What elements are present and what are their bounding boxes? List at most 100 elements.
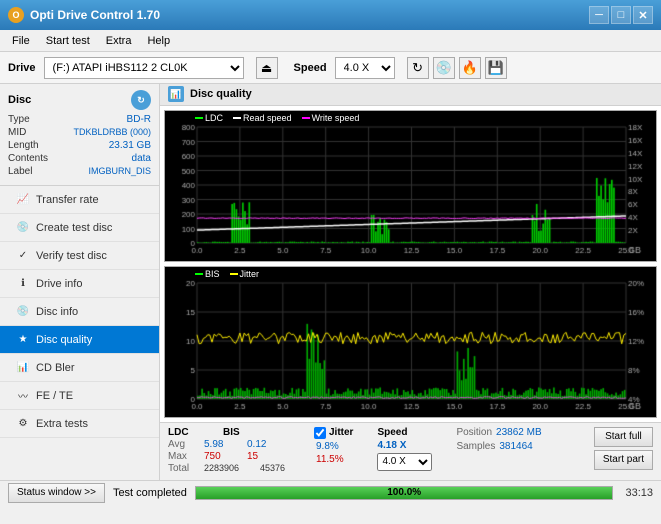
nav-drive-info-label: Drive info (36, 278, 82, 290)
transfer-rate-icon: 📈 (16, 193, 30, 207)
refresh-button[interactable]: ↻ (407, 57, 429, 79)
menu-start-test[interactable]: Start test (38, 33, 98, 49)
close-button[interactable]: ✕ (633, 6, 653, 24)
nav-disc-quality-label: Disc quality (36, 334, 92, 346)
legend-bis-label: BIS (205, 269, 220, 279)
save-button[interactable]: 💾 (485, 57, 507, 79)
legend-ldc-label: LDC (205, 113, 223, 123)
start-part-button[interactable]: Start part (594, 450, 653, 470)
speed-target-select[interactable]: 4.0 X (377, 453, 432, 471)
nav-transfer-rate[interactable]: 📈 Transfer rate (0, 186, 159, 214)
title-bar-left: O Opti Drive Control 1.70 (8, 7, 160, 23)
disc-button[interactable]: 💿 (433, 57, 455, 79)
nav-disc-info[interactable]: 💿 Disc info (0, 298, 159, 326)
jitter-avg-value: 9.8% (314, 441, 353, 452)
nav-verify-test-disc[interactable]: ✓ Verify test disc (0, 242, 159, 270)
nav-fe-te[interactable]: 〰 FE / TE (0, 382, 159, 410)
jitter-color (230, 273, 238, 275)
top-chart-canvas (165, 111, 656, 261)
nav-transfer-rate-label: Transfer rate (36, 194, 99, 206)
nav-disc-quality[interactable]: ★ Disc quality (0, 326, 159, 354)
legend-bis: BIS (195, 269, 220, 279)
nav-items: 📈 Transfer rate 💿 Create test disc ✓ Ver… (0, 186, 159, 438)
bottom-chart-canvas (165, 267, 656, 417)
nav-extra-tests-label: Extra tests (36, 418, 88, 430)
speed-icons: ↻ 💿 🔥 💾 (407, 57, 507, 79)
legend-ldc: LDC (195, 113, 223, 123)
jitter-checkbox[interactable] (314, 427, 326, 439)
disc-mid-row: MID TDKBLDRBB (000) (8, 127, 151, 138)
disc-length-label: Length (8, 140, 39, 151)
disc-info-icon: 💿 (16, 305, 30, 319)
maximize-button[interactable]: □ (611, 6, 631, 24)
drive-select[interactable]: (F:) ATAPI iHBS112 2 CL0K (44, 57, 244, 79)
menu-bar: File Start test Extra Help (0, 30, 661, 52)
legend-write-speed-label: Write speed (312, 113, 360, 123)
jitter-col-header: Jitter (329, 427, 353, 438)
jitter-max-value: 11.5% (314, 454, 353, 465)
stats-bar: LDC BIS Avg 5.98 0.12 Max 750 15 Total 2… (160, 422, 661, 480)
progress-bar-container: 100.0% (195, 486, 614, 500)
menu-extra[interactable]: Extra (98, 33, 140, 49)
speed-current-value: 4.18 X (377, 440, 432, 451)
position-label: Position (456, 427, 492, 438)
drive-label: Drive (8, 62, 36, 74)
right-panel: 📊 Disc quality LDC Read speed (160, 84, 661, 480)
bottom-chart-legend: BIS Jitter (195, 269, 259, 279)
bis-avg-value: 0.12 (247, 439, 277, 450)
drive-bar: Drive (F:) ATAPI iHBS112 2 CL0K ⏏ Speed … (0, 52, 661, 84)
disc-type-row: Type BD-R (8, 114, 151, 125)
bottom-chart: BIS Jitter (164, 266, 657, 418)
menu-file[interactable]: File (4, 33, 38, 49)
status-text: Test completed (113, 487, 187, 499)
eject-button[interactable]: ⏏ (256, 57, 278, 79)
extra-tests-icon: ⚙ (16, 417, 30, 431)
disc-section: Disc ↻ Type BD-R MID TDKBLDRBB (000) Len… (0, 84, 159, 186)
chart-header-icon: 📊 (168, 86, 184, 102)
disc-contents-label: Contents (8, 153, 48, 164)
disc-length-row: Length 23.31 GB (8, 140, 151, 151)
disc-mid-value: TDKBLDRBB (000) (73, 127, 151, 138)
nav-fe-te-label: FE / TE (36, 390, 73, 402)
burn-button[interactable]: 🔥 (459, 57, 481, 79)
disc-type-value: BD-R (127, 114, 151, 125)
top-chart-legend: LDC Read speed Write speed (195, 113, 359, 123)
main-layout: Disc ↻ Type BD-R MID TDKBLDRBB (000) Len… (0, 84, 661, 480)
disc-label-label: Label (8, 166, 32, 177)
nav-create-test-disc-label: Create test disc (36, 222, 112, 234)
menu-help[interactable]: Help (139, 33, 178, 49)
start-full-button[interactable]: Start full (594, 427, 653, 447)
nav-cd-bler[interactable]: 📊 CD Bler (0, 354, 159, 382)
nav-drive-info[interactable]: ℹ Drive info (0, 270, 159, 298)
disc-refresh-icon[interactable]: ↻ (131, 90, 151, 110)
verify-test-disc-icon: ✓ (16, 249, 30, 263)
write-speed-color (302, 117, 310, 119)
ldc-total-value: 2283906 (204, 463, 252, 473)
top-chart: LDC Read speed Write speed (164, 110, 657, 262)
disc-mid-label: MID (8, 127, 26, 138)
app-icon: O (8, 7, 24, 23)
action-buttons: Start full Start part (594, 427, 653, 470)
legend-jitter-label: Jitter (240, 269, 260, 279)
cd-bler-icon: 📊 (16, 361, 30, 375)
title-bar: O Opti Drive Control 1.70 ─ □ ✕ (0, 0, 661, 30)
minimize-button[interactable]: ─ (589, 6, 609, 24)
ldc-avg-value: 5.98 (204, 439, 239, 450)
nav-create-test-disc[interactable]: 💿 Create test disc (0, 214, 159, 242)
drive-icons: ⏏ (256, 57, 278, 79)
speed-select[interactable]: 4.0 X (335, 57, 395, 79)
title-controls: ─ □ ✕ (589, 6, 653, 24)
window-title: Opti Drive Control 1.70 (30, 8, 160, 22)
total-label: Total (168, 463, 196, 474)
status-window-button[interactable]: Status window >> (8, 483, 105, 503)
disc-contents-row: Contents data (8, 153, 151, 164)
bis-total-value: 45376 (260, 463, 290, 473)
nav-extra-tests[interactable]: ⚙ Extra tests (0, 410, 159, 438)
left-panel: Disc ↻ Type BD-R MID TDKBLDRBB (000) Len… (0, 84, 160, 480)
bis-max-value: 15 (247, 451, 277, 462)
chart-header: 📊 Disc quality (160, 84, 661, 106)
nav-verify-test-disc-label: Verify test disc (36, 250, 107, 262)
max-label: Max (168, 451, 196, 462)
disc-header-label: Disc (8, 94, 31, 106)
fe-te-icon: 〰 (16, 389, 30, 403)
